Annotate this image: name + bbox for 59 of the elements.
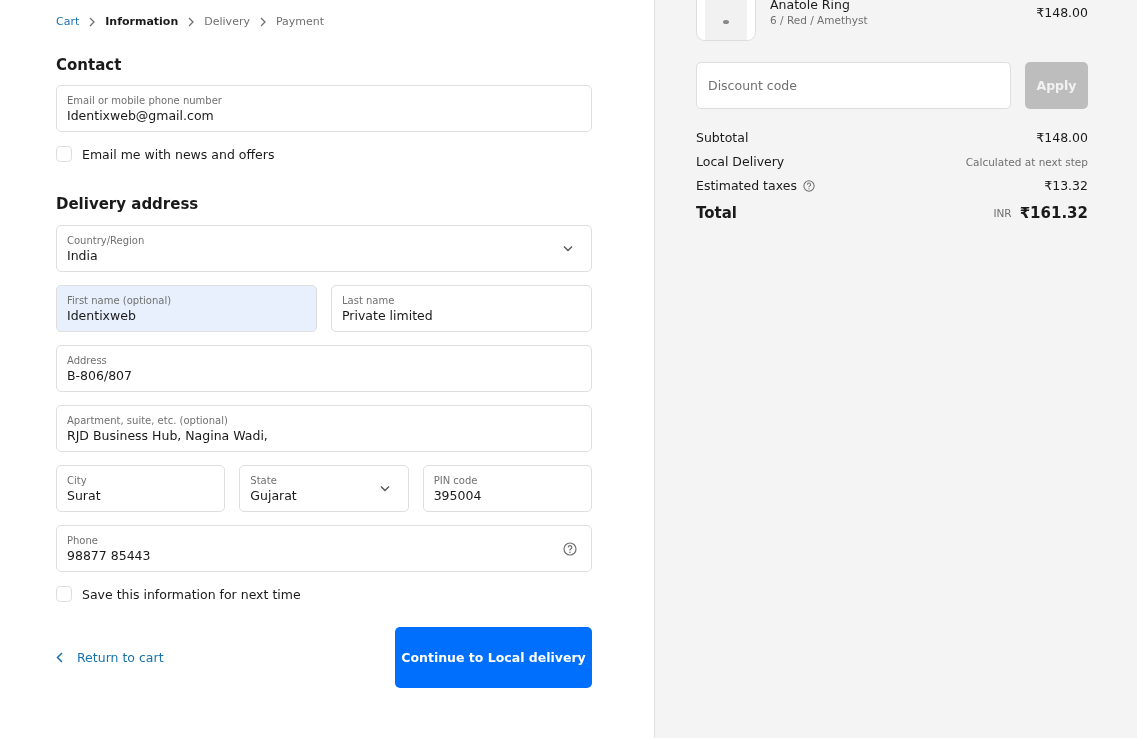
section-heading: Delivery address: [56, 195, 200, 213]
summary-label: Subtotal: [696, 130, 749, 145]
field-label: PIN code: [433, 473, 479, 487]
field-label: City: [67, 473, 88, 487]
field-label: Phone: [67, 533, 99, 547]
field-label: Last name: [342, 293, 396, 307]
select-field[interactable]: State Gujarat: [239, 465, 409, 512]
field-value: RJD Business Hub, Nagina Wadi,: [67, 426, 269, 444]
field-value: Private limited: [342, 306, 434, 324]
help-icon: [802, 179, 815, 192]
chevron-right-icon: [88, 16, 97, 27]
summary-value: ₹13.32: [1044, 178, 1088, 193]
field-label: First name (optional): [67, 293, 173, 307]
input-field[interactable]: Last name Private limited: [331, 285, 592, 332]
field-value: Surat: [67, 486, 102, 504]
return-link[interactable]: Return to cart: [56, 650, 164, 665]
field-value: 395004: [433, 486, 483, 504]
section-heading: Contact: [56, 56, 123, 74]
field-label: Country/Region: [67, 233, 146, 247]
summary-value: ₹148.00: [1036, 130, 1088, 145]
field-value: India: [67, 246, 99, 264]
field-value: B-806/807: [67, 366, 133, 384]
continue-button[interactable]: Continue to Local delivery: [395, 627, 592, 688]
total-label: Total: [696, 204, 737, 222]
checkbox[interactable]: [56, 586, 72, 602]
breadcrumb-link[interactable]: Cart: [56, 15, 80, 28]
summary-value: Calculated at next step: [965, 155, 1088, 168]
summary-label: Local Delivery: [696, 154, 785, 169]
field-label: Address: [67, 353, 108, 367]
checkbox[interactable]: [56, 146, 72, 162]
total-value: ₹161.32: [1019, 204, 1088, 222]
input-field[interactable]: Email or mobile phone number Identixweb@gmail.com: [56, 85, 592, 132]
field-label: State: [250, 473, 278, 487]
chevron-down-icon: [379, 485, 390, 492]
chevron-down-icon: [563, 245, 573, 252]
input-field[interactable]: First name (optional) Identixweb: [56, 285, 317, 332]
field-value: Identixweb: [67, 306, 137, 324]
product-name: Anatole Ring: [770, 0, 851, 12]
field-value: Gujarat: [250, 486, 298, 504]
checkbox-label: Save this information for next time: [82, 586, 301, 602]
field-label: Apartment, suite, etc. (optional): [67, 413, 229, 427]
input-field[interactable]: Address B-806/807: [56, 345, 592, 392]
field-value: 98877 85443: [67, 546, 152, 564]
checkbox-label: Email me with news and offers: [82, 146, 275, 162]
field-label: Email or mobile phone number: [67, 93, 223, 107]
input-field[interactable]: Apartment, suite, etc. (optional) RJD Business Hub, Nagina Wadi,: [56, 405, 592, 452]
chevron-left-icon: [56, 652, 63, 663]
input-field[interactable]: PIN code 395004: [422, 465, 592, 512]
input-field[interactable]: City Surat: [56, 465, 226, 512]
input-field[interactable]: Phone 98877 85443: [56, 525, 592, 572]
help-icon: [563, 541, 577, 556]
select-field[interactable]: Country/Region India: [56, 225, 592, 272]
currency-code: INR: [993, 207, 1012, 219]
chevron-right-icon: [187, 16, 196, 27]
product-variant: 6 / Red / Amethyst: [770, 13, 869, 28]
chevron-right-icon: [258, 16, 267, 27]
field-value: Identixweb@gmail.com: [67, 106, 215, 124]
summary-label: Estimated taxes: [696, 178, 797, 193]
product-price: ₹148.00: [1036, 5, 1088, 20]
